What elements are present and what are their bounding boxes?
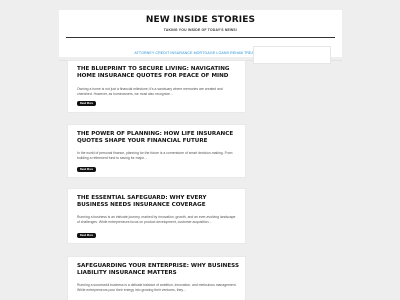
header-divider <box>66 37 335 38</box>
post-excerpt: Running a successful business is a delic… <box>77 283 237 293</box>
sidebar-widget <box>253 46 331 64</box>
post-title[interactable]: THE ESSENTIAL SAFEGUARD: WHY EVERY BUSIN… <box>77 195 239 210</box>
read-more-button[interactable]: Read More <box>77 101 96 106</box>
read-more-button[interactable]: Read More <box>77 167 96 172</box>
site-title[interactable]: NEW INSIDE STORIES <box>59 15 342 25</box>
post-card: THE BLUEPRINT TO SECURE LIVING: NAVIGATI… <box>67 60 246 113</box>
post-title[interactable]: THE BLUEPRINT TO SECURE LIVING: NAVIGATI… <box>77 66 239 81</box>
post-card: SAFEGUARDING YOUR ENTERPRISE: WHY BUSINE… <box>67 256 246 300</box>
post-card: THE POWER OF PLANNING: HOW LIFE INSURANC… <box>67 124 246 178</box>
read-more-button[interactable]: Read More <box>77 233 96 238</box>
site-tagline: TAKING YOU INSIDE OF TODAY'S NEWS! <box>163 28 238 32</box>
post-excerpt: In the world of personal finance, planni… <box>77 151 233 161</box>
post-excerpt: Owning a home is not just a financial mi… <box>77 87 223 97</box>
post-title[interactable]: THE POWER OF PLANNING: HOW LIFE INSURANC… <box>77 131 239 146</box>
post-excerpt: Running a business is an intricate journ… <box>77 215 236 225</box>
post-title[interactable]: SAFEGUARDING YOUR ENTERPRISE: WHY BUSINE… <box>77 263 239 278</box>
post-card: THE ESSENTIAL SAFEGUARD: WHY EVERY BUSIN… <box>67 188 246 244</box>
